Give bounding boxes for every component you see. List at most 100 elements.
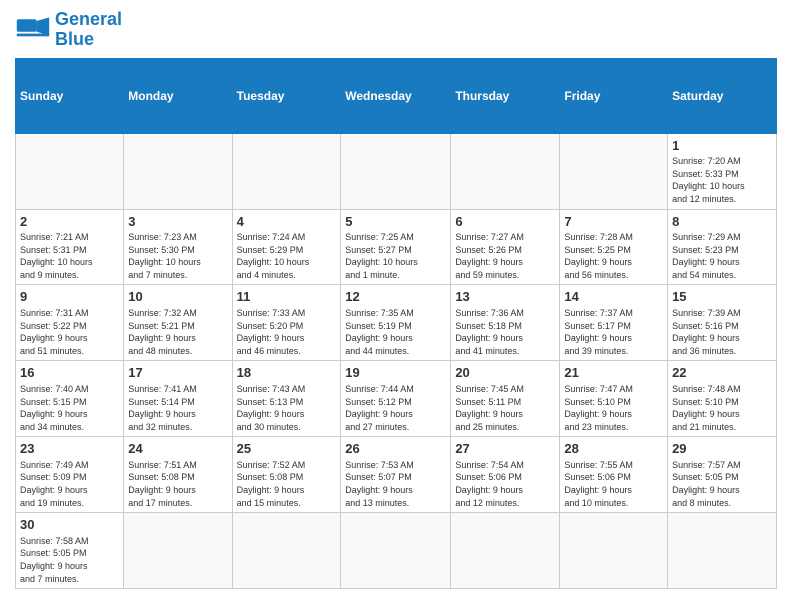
day-number: 7: [564, 213, 663, 231]
calendar-week-row: 16Sunrise: 7:40 AM Sunset: 5:15 PM Dayli…: [16, 361, 777, 437]
day-number: 2: [20, 213, 119, 231]
day-number: 4: [237, 213, 337, 231]
day-number: 13: [455, 288, 555, 306]
day-info: Sunrise: 7:21 AM Sunset: 5:31 PM Dayligh…: [20, 231, 119, 281]
calendar-cell: 16Sunrise: 7:40 AM Sunset: 5:15 PM Dayli…: [16, 361, 124, 437]
calendar-cell: 17Sunrise: 7:41 AM Sunset: 5:14 PM Dayli…: [124, 361, 232, 437]
calendar-cell: 13Sunrise: 7:36 AM Sunset: 5:18 PM Dayli…: [451, 285, 560, 361]
day-number: 26: [345, 440, 446, 458]
day-info: Sunrise: 7:57 AM Sunset: 5:05 PM Dayligh…: [672, 459, 772, 509]
day-number: 9: [20, 288, 119, 306]
day-info: Sunrise: 7:32 AM Sunset: 5:21 PM Dayligh…: [128, 307, 227, 357]
day-info: Sunrise: 7:27 AM Sunset: 5:26 PM Dayligh…: [455, 231, 555, 281]
day-info: Sunrise: 7:24 AM Sunset: 5:29 PM Dayligh…: [237, 231, 337, 281]
calendar-cell: [341, 133, 451, 209]
calendar-cell: 25Sunrise: 7:52 AM Sunset: 5:08 PM Dayli…: [232, 437, 341, 513]
logo: GeneralBlue: [15, 10, 122, 50]
calendar-header-row: SundayMondayTuesdayWednesdayThursdayFrid…: [16, 58, 777, 133]
calendar-header-thursday: Thursday: [451, 58, 560, 133]
calendar-cell: 30Sunrise: 7:58 AM Sunset: 5:05 PM Dayli…: [16, 513, 124, 589]
calendar-cell: 9Sunrise: 7:31 AM Sunset: 5:22 PM Daylig…: [16, 285, 124, 361]
calendar-header-monday: Monday: [124, 58, 232, 133]
day-number: 23: [20, 440, 119, 458]
calendar-cell: [668, 513, 777, 589]
calendar-cell: 14Sunrise: 7:37 AM Sunset: 5:17 PM Dayli…: [560, 285, 668, 361]
day-info: Sunrise: 7:43 AM Sunset: 5:13 PM Dayligh…: [237, 383, 337, 433]
day-info: Sunrise: 7:28 AM Sunset: 5:25 PM Dayligh…: [564, 231, 663, 281]
calendar-cell: 10Sunrise: 7:32 AM Sunset: 5:21 PM Dayli…: [124, 285, 232, 361]
day-info: Sunrise: 7:29 AM Sunset: 5:23 PM Dayligh…: [672, 231, 772, 281]
day-info: Sunrise: 7:40 AM Sunset: 5:15 PM Dayligh…: [20, 383, 119, 433]
day-number: 29: [672, 440, 772, 458]
calendar-cell: 20Sunrise: 7:45 AM Sunset: 5:11 PM Dayli…: [451, 361, 560, 437]
calendar-page: GeneralBlue SundayMondayTuesdayWednesday…: [0, 0, 792, 599]
day-number: 14: [564, 288, 663, 306]
day-info: Sunrise: 7:33 AM Sunset: 5:20 PM Dayligh…: [237, 307, 337, 357]
calendar-cell: [232, 133, 341, 209]
day-info: Sunrise: 7:39 AM Sunset: 5:16 PM Dayligh…: [672, 307, 772, 357]
calendar-cell: [232, 513, 341, 589]
day-number: 21: [564, 364, 663, 382]
day-info: Sunrise: 7:41 AM Sunset: 5:14 PM Dayligh…: [128, 383, 227, 433]
day-number: 10: [128, 288, 227, 306]
calendar-cell: 24Sunrise: 7:51 AM Sunset: 5:08 PM Dayli…: [124, 437, 232, 513]
calendar-table: SundayMondayTuesdayWednesdayThursdayFrid…: [15, 58, 777, 590]
day-info: Sunrise: 7:44 AM Sunset: 5:12 PM Dayligh…: [345, 383, 446, 433]
calendar-cell: 8Sunrise: 7:29 AM Sunset: 5:23 PM Daylig…: [668, 209, 777, 285]
calendar-cell: 27Sunrise: 7:54 AM Sunset: 5:06 PM Dayli…: [451, 437, 560, 513]
day-info: Sunrise: 7:52 AM Sunset: 5:08 PM Dayligh…: [237, 459, 337, 509]
day-info: Sunrise: 7:49 AM Sunset: 5:09 PM Dayligh…: [20, 459, 119, 509]
calendar-cell: 19Sunrise: 7:44 AM Sunset: 5:12 PM Dayli…: [341, 361, 451, 437]
day-number: 3: [128, 213, 227, 231]
day-info: Sunrise: 7:45 AM Sunset: 5:11 PM Dayligh…: [455, 383, 555, 433]
calendar-cell: 11Sunrise: 7:33 AM Sunset: 5:20 PM Dayli…: [232, 285, 341, 361]
calendar-week-row: 30Sunrise: 7:58 AM Sunset: 5:05 PM Dayli…: [16, 513, 777, 589]
calendar-week-row: 9Sunrise: 7:31 AM Sunset: 5:22 PM Daylig…: [16, 285, 777, 361]
day-info: Sunrise: 7:20 AM Sunset: 5:33 PM Dayligh…: [672, 155, 772, 205]
calendar-cell: 3Sunrise: 7:23 AM Sunset: 5:30 PM Daylig…: [124, 209, 232, 285]
day-number: 16: [20, 364, 119, 382]
day-number: 22: [672, 364, 772, 382]
day-info: Sunrise: 7:48 AM Sunset: 5:10 PM Dayligh…: [672, 383, 772, 433]
day-info: Sunrise: 7:36 AM Sunset: 5:18 PM Dayligh…: [455, 307, 555, 357]
calendar-header-sunday: Sunday: [16, 58, 124, 133]
day-number: 30: [20, 516, 119, 534]
calendar-header-tuesday: Tuesday: [232, 58, 341, 133]
day-info: Sunrise: 7:35 AM Sunset: 5:19 PM Dayligh…: [345, 307, 446, 357]
calendar-cell: [560, 133, 668, 209]
day-number: 1: [672, 137, 772, 155]
calendar-week-row: 2Sunrise: 7:21 AM Sunset: 5:31 PM Daylig…: [16, 209, 777, 285]
calendar-header-saturday: Saturday: [668, 58, 777, 133]
calendar-cell: 7Sunrise: 7:28 AM Sunset: 5:25 PM Daylig…: [560, 209, 668, 285]
day-number: 6: [455, 213, 555, 231]
calendar-cell: 5Sunrise: 7:25 AM Sunset: 5:27 PM Daylig…: [341, 209, 451, 285]
day-info: Sunrise: 7:23 AM Sunset: 5:30 PM Dayligh…: [128, 231, 227, 281]
day-number: 27: [455, 440, 555, 458]
calendar-cell: [124, 133, 232, 209]
day-number: 5: [345, 213, 446, 231]
day-number: 20: [455, 364, 555, 382]
calendar-cell: [560, 513, 668, 589]
day-info: Sunrise: 7:54 AM Sunset: 5:06 PM Dayligh…: [455, 459, 555, 509]
day-number: 25: [237, 440, 337, 458]
day-number: 18: [237, 364, 337, 382]
calendar-cell: 1Sunrise: 7:20 AM Sunset: 5:33 PM Daylig…: [668, 133, 777, 209]
calendar-cell: 28Sunrise: 7:55 AM Sunset: 5:06 PM Dayli…: [560, 437, 668, 513]
day-info: Sunrise: 7:37 AM Sunset: 5:17 PM Dayligh…: [564, 307, 663, 357]
calendar-header-friday: Friday: [560, 58, 668, 133]
day-info: Sunrise: 7:58 AM Sunset: 5:05 PM Dayligh…: [20, 535, 119, 585]
calendar-cell: 21Sunrise: 7:47 AM Sunset: 5:10 PM Dayli…: [560, 361, 668, 437]
day-info: Sunrise: 7:51 AM Sunset: 5:08 PM Dayligh…: [128, 459, 227, 509]
day-number: 28: [564, 440, 663, 458]
calendar-week-row: 23Sunrise: 7:49 AM Sunset: 5:09 PM Dayli…: [16, 437, 777, 513]
calendar-header-wednesday: Wednesday: [341, 58, 451, 133]
page-header: GeneralBlue: [15, 10, 777, 50]
day-number: 11: [237, 288, 337, 306]
calendar-cell: 18Sunrise: 7:43 AM Sunset: 5:13 PM Dayli…: [232, 361, 341, 437]
calendar-cell: 26Sunrise: 7:53 AM Sunset: 5:07 PM Dayli…: [341, 437, 451, 513]
day-info: Sunrise: 7:25 AM Sunset: 5:27 PM Dayligh…: [345, 231, 446, 281]
calendar-cell: [451, 133, 560, 209]
day-number: 8: [672, 213, 772, 231]
day-info: Sunrise: 7:55 AM Sunset: 5:06 PM Dayligh…: [564, 459, 663, 509]
day-info: Sunrise: 7:53 AM Sunset: 5:07 PM Dayligh…: [345, 459, 446, 509]
